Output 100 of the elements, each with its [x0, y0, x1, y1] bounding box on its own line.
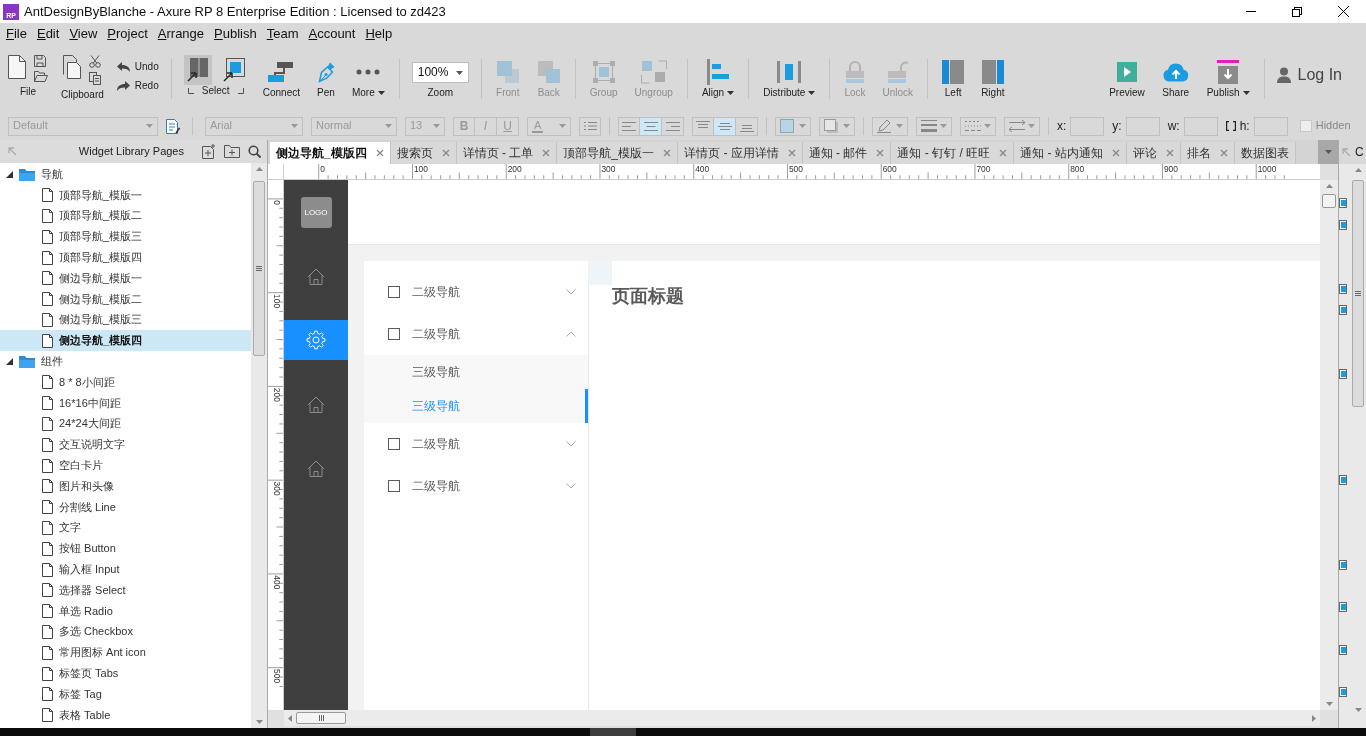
document-tab[interactable]: 通知 - 钉钉 / 旺旺	[891, 142, 1015, 164]
zoom-dropdown[interactable]: 100%	[411, 62, 469, 83]
tree-item[interactable]: 顶部导航_模版二	[0, 205, 251, 227]
menu-item[interactable]: Team	[266, 26, 299, 42]
expanded-triangle-icon[interactable]	[6, 170, 13, 178]
open-button[interactable]	[34, 71, 48, 82]
tree-item[interactable]: 顶部导航_模版一	[0, 184, 251, 206]
preview-button[interactable]: Preview	[1107, 55, 1147, 99]
arrow-up-left-icon[interactable]	[1342, 147, 1351, 157]
document-tab[interactable]: 顶部导航_模版一	[557, 142, 679, 164]
tree-item[interactable]: 组件	[0, 351, 251, 372]
tree-item[interactable]: 8 * 8小间距	[0, 371, 251, 393]
nav-rail-item[interactable]	[284, 320, 348, 360]
menu-entry[interactable]: 二级导航	[364, 271, 588, 313]
align-button[interactable]: Align	[699, 55, 737, 99]
menu-entry[interactable]: 二级导航	[364, 423, 588, 465]
paste-button[interactable]	[63, 55, 82, 79]
tree-item[interactable]: 侧边导航_模版一	[0, 268, 251, 289]
tree-item[interactable]: 16*16中间距	[0, 392, 251, 414]
tree-item[interactable]: 顶部导航_模版三	[0, 226, 251, 248]
login-button[interactable]: Log In	[1276, 65, 1342, 85]
right-button[interactable]: Right	[979, 55, 1007, 99]
share-button[interactable]: Share	[1159, 55, 1192, 99]
undo-button[interactable]: Undo	[116, 59, 159, 74]
document-tab[interactable]: 侧边导航_模版四	[270, 142, 391, 164]
tree-item[interactable]: 侧边导航_模版四	[0, 330, 251, 352]
search-button[interactable]	[248, 145, 261, 158]
redo-button[interactable]: Redo	[116, 78, 159, 93]
document-tab[interactable]: 搜索页	[390, 142, 457, 164]
close-icon[interactable]	[1111, 149, 1120, 157]
close-icon[interactable]	[1165, 149, 1174, 157]
new-page-button[interactable]	[8, 55, 26, 79]
scrollbar-thumb[interactable]	[296, 712, 346, 724]
scrollbar-thumb[interactable]	[1352, 180, 1364, 407]
tree-item[interactable]: 文字	[0, 517, 251, 539]
bullet-list-button[interactable]	[579, 116, 601, 136]
tree-item[interactable]: 顶部导航_模版四	[0, 247, 251, 268]
left-button[interactable]: Left	[940, 55, 967, 99]
style-editor-button[interactable]	[166, 118, 180, 134]
tree-item[interactable]: 表格 Table	[0, 704, 251, 726]
scrollbar[interactable]	[251, 163, 267, 728]
menu-entry[interactable]: 二级导航	[364, 465, 588, 507]
tree-item[interactable]: 按钮 Button	[0, 538, 251, 560]
tree-item[interactable]: 分割线 Line	[0, 496, 251, 518]
tree-item[interactable]: 选择器 Select	[0, 579, 251, 601]
close-icon[interactable]	[876, 149, 885, 157]
scrollbar-thumb[interactable]	[253, 181, 265, 356]
tree-item[interactable]: 侧边导航_模版二	[0, 288, 251, 310]
tree-item[interactable]: 标签页 Tabs	[0, 663, 251, 684]
more-button[interactable]: More	[349, 55, 387, 99]
cut-button[interactable]	[89, 55, 102, 68]
document-tab[interactable]: 详情页 - 应用详情	[678, 142, 803, 164]
add-page-button[interactable]	[202, 144, 216, 159]
tree-item[interactable]: 输入框 Input	[0, 559, 251, 580]
tree-item[interactable]: 单选 Radio	[0, 600, 251, 622]
document-tab[interactable]: 通知 - 邮件	[802, 142, 892, 164]
publish-button[interactable]: Publish	[1204, 55, 1252, 99]
menu-item[interactable]: Help	[365, 26, 393, 42]
tree-item[interactable]: 标签 Tag	[0, 683, 251, 705]
select-mode-button[interactable]	[183, 55, 212, 85]
submenu-entry[interactable]: 三级导航	[364, 355, 588, 389]
distribute-button[interactable]: Distribute	[761, 55, 818, 99]
menu-item[interactable]: View	[69, 26, 98, 42]
document-tab[interactable]: 通知 - 站内通知	[1014, 142, 1127, 164]
pen-button[interactable]: Pen	[314, 55, 337, 99]
save-button[interactable]	[34, 55, 48, 67]
document-tab[interactable]: 数据图表	[1234, 142, 1296, 164]
close-icon[interactable]	[787, 149, 796, 157]
scrollbar-thumb[interactable]	[1322, 194, 1336, 208]
document-tab[interactable]: 评论	[1126, 142, 1181, 164]
tree-item[interactable]: 图片和头像	[0, 475, 251, 497]
close-icon[interactable]	[441, 149, 450, 157]
tree-item[interactable]: 侧边导航_模版三	[0, 309, 251, 331]
tree-item[interactable]: 24*24大间距	[0, 413, 251, 435]
close-icon[interactable]	[999, 149, 1008, 157]
menu-entry[interactable]: 二级导航	[364, 313, 588, 355]
menu-item[interactable]: Account	[308, 26, 356, 42]
tree-item[interactable]: 导航	[0, 164, 251, 185]
close-icon[interactable]	[1219, 149, 1228, 157]
menu-item[interactable]: Publish	[214, 26, 257, 42]
expanded-triangle-icon[interactable]	[6, 358, 13, 366]
tree-item[interactable]: 空白卡片	[0, 455, 251, 476]
tree-item[interactable]: 多选 Checkbox	[0, 621, 251, 643]
menu-item[interactable]: File	[6, 26, 27, 42]
close-icon[interactable]	[375, 149, 384, 157]
scrollbar[interactable]	[284, 710, 1320, 726]
tab-list-button[interactable]	[1318, 140, 1338, 164]
menu-item[interactable]: Project	[107, 26, 148, 42]
connect-button[interactable]: Connect	[260, 55, 302, 99]
tree-item[interactable]: 常用图标 Ant icon	[0, 642, 251, 664]
menu-item[interactable]: Edit	[36, 26, 60, 42]
menu-item[interactable]: Arrange	[157, 26, 205, 42]
document-tab[interactable]: 排名	[1180, 142, 1235, 164]
close-icon[interactable]	[663, 149, 672, 157]
collapse-button[interactable]	[8, 147, 17, 156]
copy-button[interactable]	[89, 72, 102, 85]
tree-item[interactable]: 交互说明文字	[0, 434, 251, 456]
add-folder-button[interactable]	[224, 145, 240, 158]
close-icon[interactable]	[542, 149, 551, 157]
document-tab[interactable]: 详情页 - 工单	[456, 142, 558, 164]
